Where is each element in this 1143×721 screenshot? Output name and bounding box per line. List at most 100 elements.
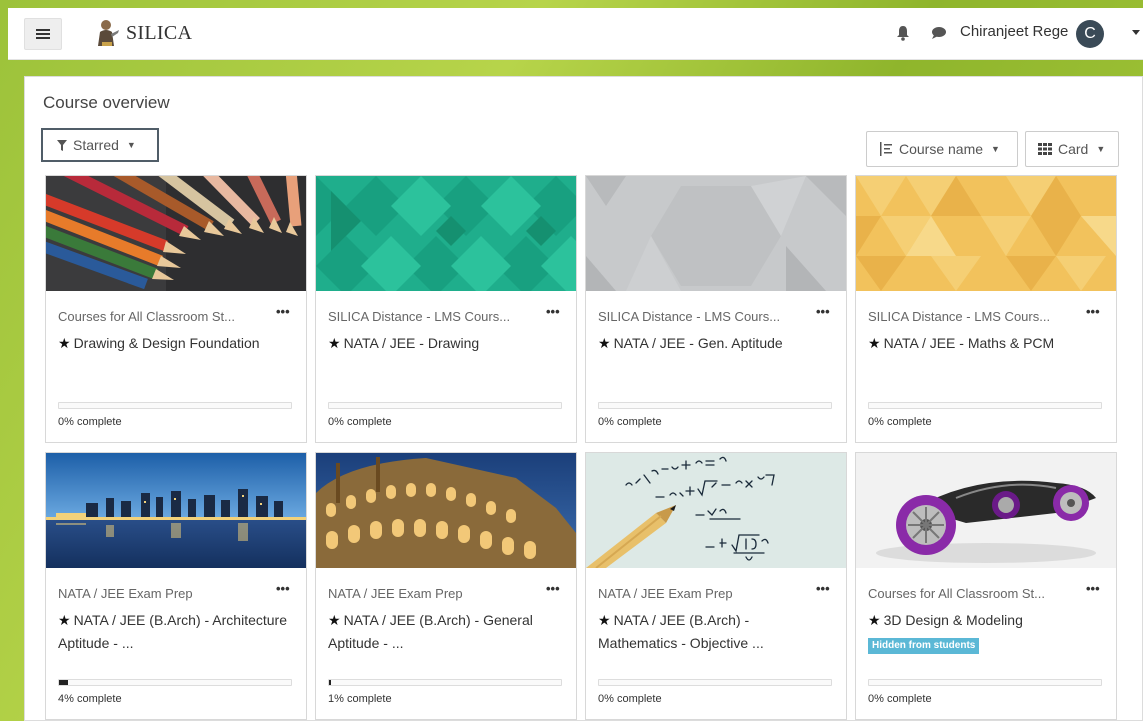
star-icon: ★ [598, 612, 611, 628]
hidden-from-students-badge: Hidden from students [868, 638, 980, 654]
course-title-link[interactable]: ★ NATA / JEE (B.Arch) - Architecture Apti… [58, 609, 288, 655]
course-image[interactable] [856, 176, 1116, 291]
view-mode-dropdown[interactable]: Card ▼ [1025, 131, 1119, 167]
colosseum-photo [316, 453, 576, 568]
star-icon: ★ [328, 612, 341, 628]
progress-text: 4% complete [58, 693, 122, 705]
progress-text: 0% complete [598, 416, 662, 428]
course-card[interactable]: NATA / JEE Exam Prep ••• ★ NATA / JEE (B.… [45, 452, 307, 720]
progress-bar-fill [329, 680, 332, 685]
chevron-down-icon[interactable] [1132, 30, 1140, 35]
course-image[interactable] [46, 176, 306, 291]
course-category: SILICA Distance - LMS Cours... [868, 309, 1051, 324]
course-title[interactable]: NATA / JEE - Gen. Aptitude [614, 335, 783, 351]
course-title-link[interactable]: ★ NATA / JEE - Gen. Aptitude [598, 332, 828, 355]
progress-bar-fill [59, 680, 69, 685]
course-card[interactable]: Courses for All Classroom St... ••• ★ 3D … [855, 452, 1117, 720]
progress-text: 0% complete [328, 416, 392, 428]
site-brand-name[interactable]: SILICA [126, 22, 192, 45]
star-icon: ★ [868, 335, 881, 351]
course-category: NATA / JEE Exam Prep [328, 586, 463, 601]
sort-label: Course name [899, 141, 984, 157]
progress-bar [868, 402, 1102, 409]
course-card[interactable]: SILICA Distance - LMS Cours... ••• ★ NATA… [315, 175, 577, 443]
top-navbar: SILICA Chiranjeet Rege C [8, 8, 1143, 60]
course-category: Courses for All Classroom St... [58, 309, 235, 324]
course-title-link[interactable]: ★ NATA / JEE (B.Arch) - General Aptitude … [328, 609, 558, 655]
notification-bell-icon[interactable] [896, 25, 910, 41]
silica-logo-icon[interactable] [94, 18, 120, 48]
chevron-down-icon: ▼ [126, 140, 136, 150]
course-title-link[interactable]: ★ Drawing & Design Foundation [58, 332, 288, 355]
math-formula-photo [586, 453, 846, 568]
star-icon: ★ [598, 335, 611, 351]
progress-bar [598, 402, 832, 409]
course-title-link[interactable]: ★ NATA / JEE - Maths & PCM [868, 332, 1098, 355]
course-card[interactable]: NATA / JEE Exam Prep ••• ★ NATA / JEE (B.… [585, 452, 847, 720]
course-title[interactable]: Drawing & Design Foundation [74, 335, 260, 351]
course-category: SILICA Distance - LMS Cours... [328, 309, 511, 324]
progress-text: 0% complete [868, 693, 932, 705]
course-title[interactable]: NATA / JEE - Drawing [344, 335, 480, 351]
progress-bar [58, 679, 292, 686]
course-title-link[interactable]: ★ NATA / JEE - Drawing [328, 332, 558, 355]
course-title[interactable]: NATA / JEE (B.Arch) - General Aptitude -… [328, 612, 533, 651]
user-avatar[interactable]: C [1076, 20, 1104, 48]
3d-car-render [856, 453, 1116, 568]
progress-text: 0% complete [58, 416, 122, 428]
chevron-down-icon: ▼ [991, 144, 1000, 154]
grey-hexagon-pattern [586, 176, 846, 291]
course-category: NATA / JEE Exam Prep [598, 586, 733, 601]
messages-chat-icon[interactable] [931, 26, 947, 40]
course-title[interactable]: NATA / JEE (B.Arch) - Mathematics - Obje… [598, 612, 764, 651]
course-title-link[interactable]: ★ 3D Design & Modeling Hidden from studen… [868, 609, 1098, 655]
course-actions-menu-button[interactable]: ••• [1086, 304, 1100, 319]
course-actions-menu-button[interactable]: ••• [546, 581, 560, 596]
course-actions-menu-button[interactable]: ••• [276, 581, 290, 596]
course-image[interactable] [316, 176, 576, 291]
course-image[interactable] [586, 176, 846, 291]
pencils-photo [46, 176, 306, 291]
user-name[interactable]: Chiranjeet Rege [960, 23, 1068, 40]
yellow-triangle-pattern [856, 176, 1116, 291]
course-actions-menu-button[interactable]: ••• [276, 304, 290, 319]
star-icon: ★ [328, 335, 341, 351]
course-image[interactable] [316, 453, 576, 568]
course-card[interactable]: NATA / JEE Exam Prep ••• ★ NATA / JEE (B.… [315, 452, 577, 720]
course-actions-menu-button[interactable]: ••• [1086, 581, 1100, 596]
course-title-link[interactable]: ★ NATA / JEE (B.Arch) - Mathematics - Obj… [598, 609, 828, 655]
teal-diamond-pattern [316, 176, 576, 291]
star-icon: ★ [58, 612, 71, 628]
course-image[interactable] [856, 453, 1116, 568]
course-title[interactable]: 3D Design & Modeling [884, 612, 1023, 628]
progress-bar [328, 402, 562, 409]
card-grid-icon [1038, 143, 1052, 155]
sort-dropdown[interactable]: Course name ▼ [866, 131, 1018, 167]
course-card[interactable]: Courses for All Classroom St... ••• ★ Dra… [45, 175, 307, 443]
course-card[interactable]: SILICA Distance - LMS Cours... ••• ★ NATA… [585, 175, 847, 443]
filter-label: Starred [73, 137, 119, 153]
menu-toggle-button[interactable] [24, 18, 62, 50]
course-image[interactable] [46, 453, 306, 568]
progress-text: 0% complete [598, 693, 662, 705]
view-label: Card [1058, 141, 1089, 157]
course-title[interactable]: NATA / JEE (B.Arch) - Architecture Aptit… [58, 612, 287, 651]
course-overview-panel: Course overview Starred ▼ Course name ▼ … [24, 76, 1143, 721]
course-actions-menu-button[interactable]: ••• [816, 304, 830, 319]
star-icon: ★ [58, 335, 71, 351]
course-image[interactable] [586, 453, 846, 568]
course-category: SILICA Distance - LMS Cours... [598, 309, 781, 324]
course-category: Courses for All Classroom St... [868, 586, 1045, 601]
course-actions-menu-button[interactable]: ••• [546, 304, 560, 319]
filter-funnel-icon [57, 139, 67, 151]
progress-text: 1% complete [328, 693, 392, 705]
course-title[interactable]: NATA / JEE - Maths & PCM [884, 335, 1055, 351]
progress-text: 0% complete [868, 416, 932, 428]
chevron-down-icon: ▼ [1096, 144, 1106, 154]
progress-bar [868, 679, 1102, 686]
starred-filter-dropdown[interactable]: Starred ▼ [41, 128, 159, 162]
hamburger-icon [36, 29, 50, 39]
city-skyline-photo [46, 453, 306, 568]
course-card[interactable]: SILICA Distance - LMS Cours... ••• ★ NATA… [855, 175, 1117, 443]
course-actions-menu-button[interactable]: ••• [816, 581, 830, 596]
